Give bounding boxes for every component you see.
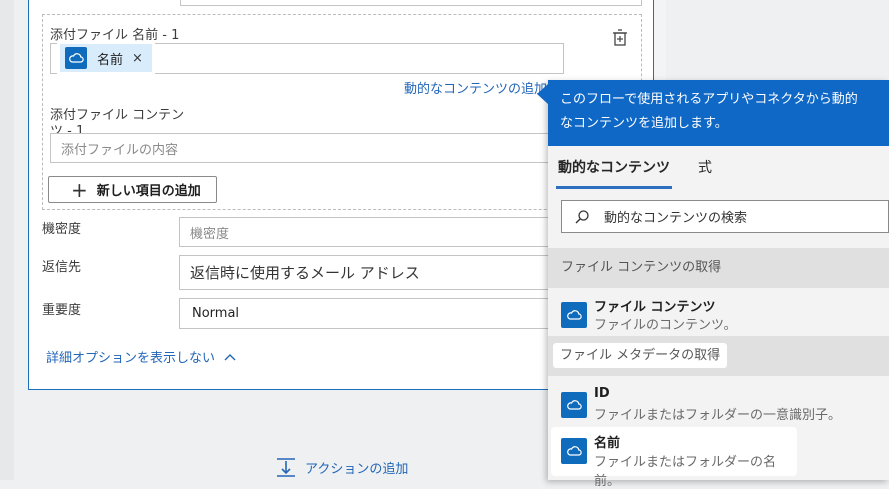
- panel-header-line2: なコンテンツを追加します。: [560, 116, 728, 131]
- chevron-up-icon: [224, 353, 236, 360]
- list-item[interactable]: 名前 ファイルまたはフォルダーの名前。: [552, 428, 796, 489]
- plus-icon: +: [71, 177, 88, 202]
- reply-to-placeholder: 返信時に使用するメール アドレス: [190, 264, 420, 282]
- search-icon: [575, 209, 589, 224]
- add-new-item-label: 新しい項目の追加: [96, 184, 201, 199]
- token-label: 名前: [97, 52, 124, 68]
- insert-step-icon: [277, 458, 295, 477]
- section-get-file-metadata: ファイル メタデータの取得: [548, 336, 889, 376]
- reply-to-input[interactable]: 返信時に使用するメール アドレス: [179, 255, 559, 290]
- importance-value: Normal: [192, 306, 240, 321]
- attachment-content-placeholder: 添付ファイルの内容: [61, 142, 179, 158]
- active-tab-indicator: [556, 186, 672, 189]
- panel-header: このフローで使用されるアプリやコネクタから動的 なコンテンツを追加します。: [548, 80, 889, 146]
- importance-dropdown[interactable]: Normal: [179, 298, 559, 329]
- list-item[interactable]: ID ファイルまたはフォルダーの一意識別子。: [548, 380, 889, 426]
- item-title: ファイル コンテンツ: [594, 300, 716, 315]
- add-action-label: アクションの追加: [305, 461, 409, 477]
- search-placeholder: 動的なコンテンツの検索: [604, 211, 748, 226]
- section-title: ファイル メタデータの取得: [554, 344, 727, 367]
- list-item[interactable]: ファイル コンテンツ ファイルのコンテンツ。: [548, 290, 889, 336]
- importance-label: 重要度: [42, 303, 82, 318]
- dynamic-content-search-input[interactable]: 動的なコンテンツの検索: [561, 200, 889, 233]
- delete-icon[interactable]: [610, 28, 630, 48]
- hide-advanced-options-link[interactable]: 詳細オプションを表示しない: [46, 347, 236, 366]
- item-title: ID: [594, 386, 610, 401]
- left-rail: [0, 0, 14, 480]
- sensitivity-input[interactable]: 機密度: [179, 217, 559, 247]
- item-description: ファイルのコンテンツ。: [594, 318, 737, 333]
- add-new-item-button[interactable]: + 新しい項目の追加: [48, 176, 217, 203]
- attachment-content-label: 添付ファイル コンテン ツ - 1: [50, 108, 185, 134]
- item-description: ファイルまたはフォルダーの名前。: [594, 455, 777, 489]
- item-description: ファイルまたはフォルダーの一意識別子。: [594, 408, 842, 423]
- attachment-content-input[interactable]: 添付ファイルの内容: [50, 133, 550, 163]
- onedrive-cloud-icon: [561, 392, 587, 418]
- dynamic-token-name[interactable]: 名前 ×: [57, 41, 155, 75]
- onedrive-cloud-icon: [561, 438, 587, 464]
- panel-pointer: [537, 84, 548, 104]
- sensitivity-label: 機密度: [42, 222, 82, 237]
- panel-header-line1: このフローで使用されるアプリやコネクタから動的: [560, 92, 858, 107]
- item-title: 名前: [594, 436, 621, 451]
- sensitivity-placeholder: 機密度: [190, 226, 230, 242]
- add-dynamic-content-link[interactable]: 動的なコンテンツの追加: [404, 78, 547, 97]
- tab-expression[interactable]: 式: [698, 157, 712, 177]
- attachment-name-label: 添付ファイル 名前 - 1: [50, 28, 180, 43]
- panel-tabs: 動的なコンテンツ 式: [548, 146, 889, 190]
- hide-advanced-label: 詳細オプションを表示しない: [46, 351, 216, 366]
- add-action-button[interactable]: アクションの追加: [276, 456, 408, 478]
- reply-to-label: 返信先: [42, 260, 82, 275]
- section-get-file-content: ファイル コンテンツの取得: [548, 248, 889, 288]
- tab-dynamic-content[interactable]: 動的なコンテンツ: [558, 157, 670, 177]
- onedrive-cloud-icon: [65, 47, 87, 69]
- onedrive-cloud-icon: [561, 302, 587, 328]
- token-remove-button[interactable]: ×: [132, 51, 143, 66]
- previous-field[interactable]: [180, 0, 642, 6]
